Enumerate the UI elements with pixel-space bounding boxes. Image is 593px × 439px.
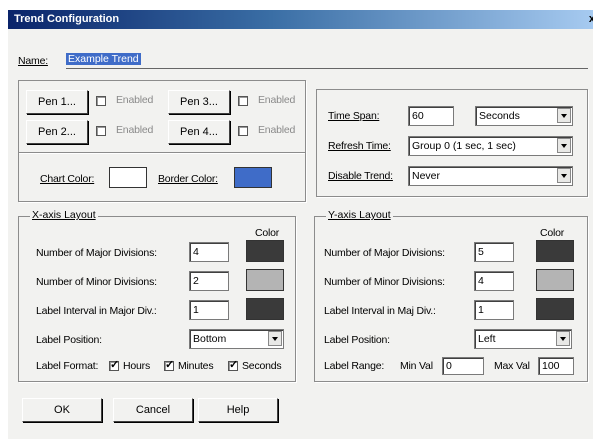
y-minor-color-swatch[interactable]: [536, 269, 574, 291]
pen-1-enabled-label: Enabled: [116, 94, 154, 106]
chevron-down-icon[interactable]: [556, 331, 570, 346]
x-interval-input[interactable]: 1: [189, 300, 229, 320]
pen-2-enabled-label: Enabled: [116, 124, 154, 136]
x-format-label: Label Format:: [36, 360, 99, 372]
y-interval-label: Label Interval in Maj Div.:: [324, 305, 436, 317]
ok-button[interactable]: OK: [22, 398, 102, 422]
pen-3-enabled-checkbox[interactable]: [238, 96, 248, 106]
x-major-color-swatch[interactable]: [246, 240, 284, 262]
pen-3-button[interactable]: Pen 3...: [168, 90, 230, 114]
pen-1-enabled-checkbox[interactable]: [96, 96, 106, 106]
y-interval-color-swatch[interactable]: [536, 298, 574, 320]
hours-checkbox[interactable]: [109, 358, 119, 371]
disable-trend-label: Disable Trend:: [328, 170, 393, 182]
pens-divider: [19, 152, 305, 153]
time-span-input[interactable]: 60: [408, 106, 454, 126]
y-major-label: Number of Major Divisions:: [324, 247, 445, 259]
pen-1-button[interactable]: Pen 1...: [26, 90, 88, 114]
border-color-label: Border Color:: [158, 173, 218, 185]
x-interval-color-swatch[interactable]: [246, 298, 284, 320]
minutes-label: Minutes: [178, 360, 214, 372]
y-minor-label: Number of Minor Divisions:: [324, 276, 445, 288]
chevron-down-icon[interactable]: [557, 108, 571, 123]
y-range-label: Label Range:: [324, 360, 385, 372]
hours-label: Hours: [123, 360, 151, 372]
time-span-unit-value: Seconds: [479, 110, 520, 122]
cancel-button[interactable]: Cancel: [113, 398, 193, 422]
refresh-time-value: Group 0 (1 sec, 1 sec): [412, 140, 516, 152]
y-interval-input[interactable]: 1: [474, 300, 514, 320]
y-minor-input[interactable]: 4: [474, 271, 514, 291]
y-max-input[interactable]: 100: [538, 357, 574, 375]
x-major-input[interactable]: 4: [189, 242, 229, 262]
pen-4-enabled-label: Enabled: [258, 124, 296, 136]
x-color-header: Color: [255, 227, 280, 239]
x-major-label: Number of Major Divisions:: [36, 247, 157, 259]
name-value: Example Trend: [66, 53, 141, 65]
disable-trend-value: Never: [412, 170, 441, 182]
refresh-time-select[interactable]: Group 0 (1 sec, 1 sec): [408, 136, 573, 156]
help-button[interactable]: Help: [198, 398, 278, 422]
time-span-unit-select[interactable]: Seconds: [475, 106, 573, 126]
chevron-down-icon[interactable]: [557, 138, 571, 153]
pen-2-enabled-checkbox[interactable]: [96, 126, 106, 136]
y-axis-group-title: Y-axis Layout: [326, 209, 393, 221]
window-title: Trend Configuration: [14, 13, 120, 25]
pen-2-button[interactable]: Pen 2...: [26, 120, 88, 144]
y-position-select[interactable]: Left: [474, 329, 572, 349]
y-color-header: Color: [540, 227, 565, 239]
time-span-label: Time Span:: [328, 110, 380, 122]
x-minor-color-swatch[interactable]: [246, 269, 284, 291]
x-minor-input[interactable]: 2: [189, 271, 229, 291]
name-label: Name:: [18, 55, 48, 67]
chevron-down-icon[interactable]: [268, 331, 282, 346]
pen-4-button[interactable]: Pen 4...: [168, 120, 230, 144]
chart-color-label: Chart Color:: [40, 173, 95, 185]
disable-trend-select[interactable]: Never: [408, 166, 573, 186]
y-major-input[interactable]: 5: [474, 242, 514, 262]
seconds-label: Seconds: [242, 360, 282, 372]
y-major-color-swatch[interactable]: [536, 240, 574, 262]
title-bar[interactable]: Trend Configuration x: [8, 10, 593, 29]
refresh-time-label: Refresh Time:: [328, 140, 391, 152]
close-icon[interactable]: x: [589, 10, 593, 29]
y-position-value: Left: [478, 333, 496, 345]
chevron-down-icon[interactable]: [557, 168, 571, 183]
x-interval-label: Label Interval in Major Div.:: [36, 305, 157, 317]
pen-4-enabled-checkbox[interactable]: [238, 126, 248, 136]
y-position-label: Label Position:: [324, 334, 390, 346]
x-position-select[interactable]: Bottom: [189, 329, 284, 349]
minutes-checkbox[interactable]: [164, 358, 174, 371]
border-color-swatch[interactable]: [234, 167, 272, 188]
y-max-label: Max Val: [494, 360, 530, 372]
x-axis-group-title: X-axis Layout: [30, 209, 98, 221]
name-field[interactable]: Example Trend: [66, 51, 588, 69]
x-position-value: Bottom: [193, 333, 227, 345]
x-minor-label: Number of Minor Divisions:: [36, 276, 157, 288]
y-min-input[interactable]: 0: [442, 357, 484, 375]
chart-color-swatch[interactable]: [109, 167, 147, 188]
x-position-label: Label Position:: [36, 334, 102, 346]
y-min-label: Min Val: [400, 360, 433, 372]
seconds-checkbox[interactable]: [228, 358, 238, 371]
pen-3-enabled-label: Enabled: [258, 94, 296, 106]
